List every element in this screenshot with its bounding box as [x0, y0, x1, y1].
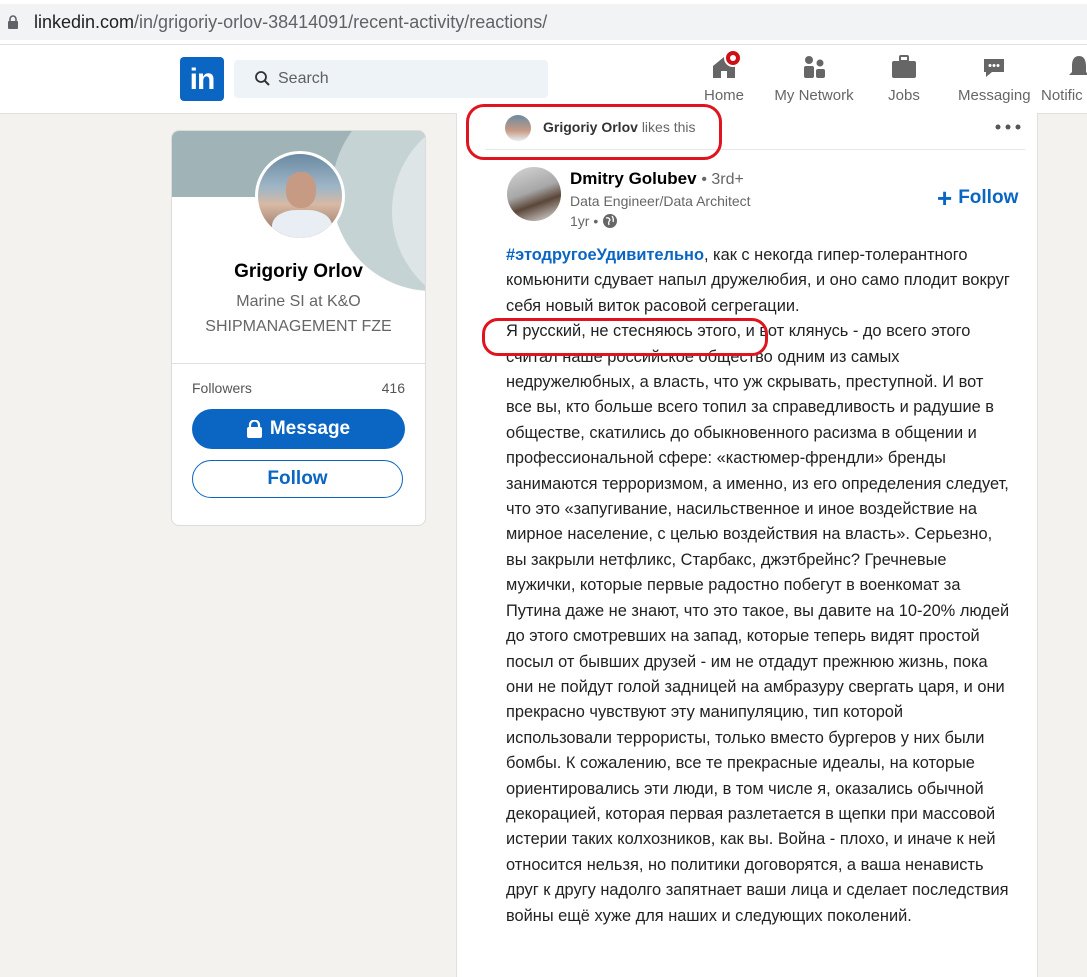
browser-address-bar: linkedin.com/in/grigoriy-orlov-38414091/…	[0, 0, 1087, 45]
connection-degree: • 3rd+	[701, 171, 744, 188]
linkedin-logo[interactable]: in	[180, 57, 224, 101]
url-field[interactable]: linkedin.com/in/grigoriy-orlov-38414091/…	[0, 4, 1087, 40]
reaction-text: Grigoriy Orlov likes this	[543, 119, 696, 135]
follow-button-label: Follow	[267, 468, 328, 489]
globe-icon	[603, 214, 618, 228]
profile-card: Grigoriy Orlov Marine SI at K&O SHIPMANA…	[171, 130, 426, 526]
message-button-label: Message	[269, 418, 351, 439]
divider	[172, 363, 425, 364]
follow-author-label: Follow	[958, 187, 1019, 208]
follow-author-button[interactable]: + Follow	[937, 182, 1019, 213]
reactor-avatar[interactable]	[505, 115, 531, 141]
bell-icon	[1065, 53, 1087, 81]
notification-badge	[724, 49, 742, 67]
followers-count: 416	[381, 380, 405, 396]
nav-messaging[interactable]: Messaging	[958, 53, 1031, 109]
reaction-action: likes this	[641, 119, 696, 135]
author-title: Data Engineer/Data Architect	[570, 193, 751, 209]
top-nav: in Search Home My Network Jobs Messaging…	[0, 45, 1087, 114]
message-button[interactable]: Message	[192, 409, 405, 449]
nav-home[interactable]: Home	[700, 49, 748, 109]
followers-label: Followers	[192, 380, 252, 396]
profile-name[interactable]: Grigoriy Orlov	[172, 261, 425, 283]
lock-icon	[246, 420, 262, 438]
search-box[interactable]: Search	[234, 60, 548, 98]
nav-my-network[interactable]: My Network	[772, 53, 856, 109]
hashtag-link[interactable]: #этодругоеУдивительно	[506, 246, 704, 264]
feed-post: Grigoriy Orlov likes this Dmitry Golubev…	[456, 113, 1038, 977]
post-paragraph: Я русский, не стесняюсь этого, и вот кля…	[506, 322, 1010, 925]
briefcase-icon	[890, 53, 918, 81]
nav-jobs[interactable]: Jobs	[884, 53, 924, 109]
search-placeholder: Search	[278, 70, 329, 87]
plus-icon: +	[937, 182, 953, 213]
nav-notifications[interactable]: Notific	[1041, 53, 1087, 109]
author-name[interactable]: Dmitry Golubev • 3rd+	[570, 169, 744, 189]
profile-avatar[interactable]	[255, 151, 345, 241]
chat-icon	[980, 53, 1008, 81]
post-body: #этодругоеУдивительно, как с некогда гип…	[506, 243, 1011, 929]
post-time: 1yr •	[570, 213, 618, 229]
lock-icon	[8, 15, 18, 29]
search-icon	[255, 71, 270, 86]
divider	[485, 149, 1025, 150]
home-icon	[710, 49, 742, 81]
reactor-name[interactable]: Grigoriy Orlov	[543, 119, 638, 135]
url-text: linkedin.com/in/grigoriy-orlov-38414091/…	[34, 12, 548, 32]
profile-headline: Marine SI at K&O SHIPMANAGEMENT FZE	[205, 293, 392, 335]
follow-button[interactable]: Follow	[192, 460, 403, 498]
more-options-icon[interactable]	[993, 117, 1023, 137]
network-icon	[800, 53, 828, 81]
author-avatar[interactable]	[507, 167, 561, 221]
